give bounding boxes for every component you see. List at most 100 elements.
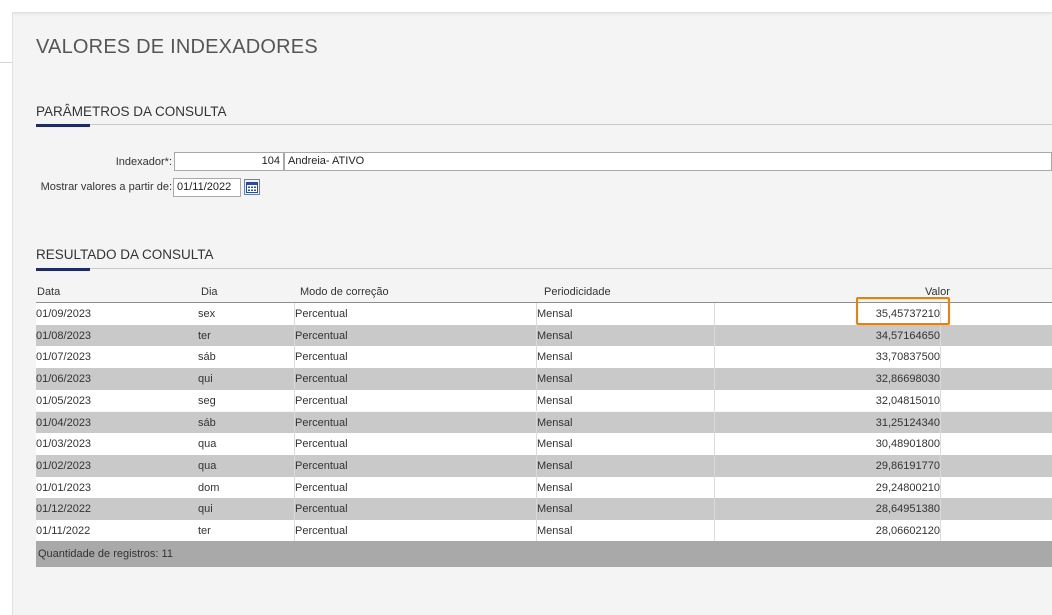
cell-periodicidade: Mensal	[537, 351, 573, 364]
top-bar	[0, 0, 1052, 12]
date-from-input[interactable]: 01/11/2022	[173, 178, 241, 197]
cell-periodicidade: Mensal	[537, 525, 573, 537]
cell-dia: qua	[198, 459, 217, 472]
cell-data: 01/07/2023	[36, 351, 92, 364]
column-separator	[294, 324, 295, 347]
cell-modo: Percentual	[295, 525, 348, 537]
cell-data: 01/12/2022	[36, 503, 92, 516]
cell-dia: qui	[198, 503, 213, 516]
column-separator	[940, 433, 941, 455]
indexador-description-field[interactable]: Andreia- ATIVO	[284, 152, 1052, 171]
params-section-accent	[36, 124, 90, 127]
column-separator	[714, 303, 715, 325]
cell-periodicidade: Mensal	[537, 308, 573, 320]
cell-modo: Percentual	[295, 373, 348, 386]
indexador-label: Indexador*:	[115, 156, 172, 168]
column-separator	[714, 433, 715, 455]
table-row[interactable]: 01/11/2022 ter Percentual Mensal 28,06602120	[36, 520, 1052, 542]
column-separator	[714, 346, 715, 369]
cell-modo: Percentual	[295, 351, 348, 364]
cell-modo: Percentual	[295, 481, 348, 494]
table-row[interactable]: 01/02/2023 qua Percentual Mensal 29,86191770	[36, 454, 1052, 477]
indexador-code-input[interactable]: 104	[174, 152, 284, 171]
column-separator	[714, 324, 715, 347]
column-separator	[536, 520, 537, 542]
column-separator	[940, 389, 941, 412]
column-separator	[536, 498, 537, 520]
cell-dia: ter	[198, 329, 211, 342]
column-separator	[294, 498, 295, 520]
column-separator	[940, 454, 941, 477]
column-header-modo[interactable]: Modo de correção	[300, 286, 389, 298]
cell-data: 01/02/2023	[36, 459, 92, 472]
column-header-data[interactable]: Data	[37, 286, 60, 298]
cell-periodicidade: Mensal	[537, 438, 573, 451]
column-separator	[714, 498, 715, 520]
table-row[interactable]: 01/01/2023 dom Percentual Mensal 29,24800210	[36, 476, 1052, 499]
column-separator	[536, 433, 537, 455]
cell-periodicidade: Mensal	[537, 394, 573, 407]
column-separator	[940, 368, 941, 390]
cell-data: 01/09/2023	[36, 308, 92, 320]
table-row[interactable]: 01/04/2023 sáb Percentual Mensal 31,25124340	[36, 411, 1052, 434]
cell-data: 01/04/2023	[36, 416, 92, 429]
cell-periodicidade: Mensal	[537, 459, 573, 472]
column-separator	[294, 454, 295, 477]
results-footer: Quantidade de registros: 11	[36, 541, 1052, 567]
cell-periodicidade: Mensal	[537, 503, 573, 516]
cell-valor: 32,04815010	[875, 394, 940, 407]
column-separator	[294, 389, 295, 412]
table-row[interactable]: 01/12/2022 qui Percentual Mensal 28,64951380	[36, 498, 1052, 520]
cell-modo: Percentual	[295, 416, 348, 429]
column-separator	[714, 368, 715, 390]
cell-dia: seg	[198, 394, 216, 407]
column-separator	[940, 411, 941, 434]
cell-valor: 33,70837500	[875, 351, 940, 364]
column-separator	[714, 411, 715, 434]
cell-dia: sex	[198, 308, 216, 320]
table-row[interactable]: 01/03/2023 qua Percentual Mensal 30,48901800	[36, 433, 1052, 455]
table-row[interactable]: 01/08/2023 ter Percentual Mensal 34,57164650	[36, 324, 1052, 347]
calendar-icon[interactable]	[244, 179, 260, 195]
column-separator	[536, 303, 537, 325]
cell-data: 01/06/2023	[36, 373, 92, 386]
value-highlight-box	[856, 297, 950, 325]
column-separator	[536, 346, 537, 369]
cell-periodicidade: Mensal	[537, 373, 573, 386]
column-separator	[294, 411, 295, 434]
column-header-periodicidade[interactable]: Periodicidade	[544, 286, 611, 298]
cell-valor: 28,64951380	[875, 503, 940, 516]
cell-valor: 32,86698030	[875, 373, 940, 386]
table-row[interactable]: 01/07/2023 sáb Percentual Mensal 33,70837500	[36, 346, 1052, 369]
column-separator	[294, 433, 295, 455]
column-separator	[536, 454, 537, 477]
column-separator	[714, 454, 715, 477]
cell-modo: Percentual	[295, 503, 348, 516]
cell-modo: Percentual	[295, 459, 348, 472]
cell-data: 01/03/2023	[36, 438, 92, 451]
cell-valor: 34,57164650	[875, 329, 940, 342]
column-separator	[714, 389, 715, 412]
cell-modo: Percentual	[295, 329, 348, 342]
column-header-dia[interactable]: Dia	[201, 286, 218, 298]
date-from-label: Mostrar valores a partir de:	[40, 181, 172, 193]
cell-dia: qua	[198, 438, 217, 451]
table-row[interactable]: 01/05/2023 seg Percentual Mensal 32,04815010	[36, 389, 1052, 412]
left-sidebar-strip	[0, 12, 13, 615]
results-section-divider	[36, 268, 1052, 269]
column-separator	[714, 476, 715, 499]
column-separator	[940, 498, 941, 520]
cell-data: 01/05/2023	[36, 394, 92, 407]
column-separator	[294, 303, 295, 325]
cell-data: 01/08/2023	[36, 329, 92, 342]
sidebar-divider	[0, 62, 12, 63]
cell-dia: dom	[198, 481, 220, 494]
table-row[interactable]: 01/06/2023 qui Percentual Mensal 32,86698030	[36, 368, 1052, 390]
cell-modo: Percentual	[295, 438, 348, 451]
results-section-title: RESULTADO DA CONSULTA	[36, 247, 214, 262]
cell-modo: Percentual	[295, 394, 348, 407]
record-count: Quantidade de registros: 11	[38, 548, 173, 560]
column-separator	[536, 324, 537, 347]
column-separator	[536, 368, 537, 390]
cell-valor: 29,86191770	[875, 459, 940, 472]
